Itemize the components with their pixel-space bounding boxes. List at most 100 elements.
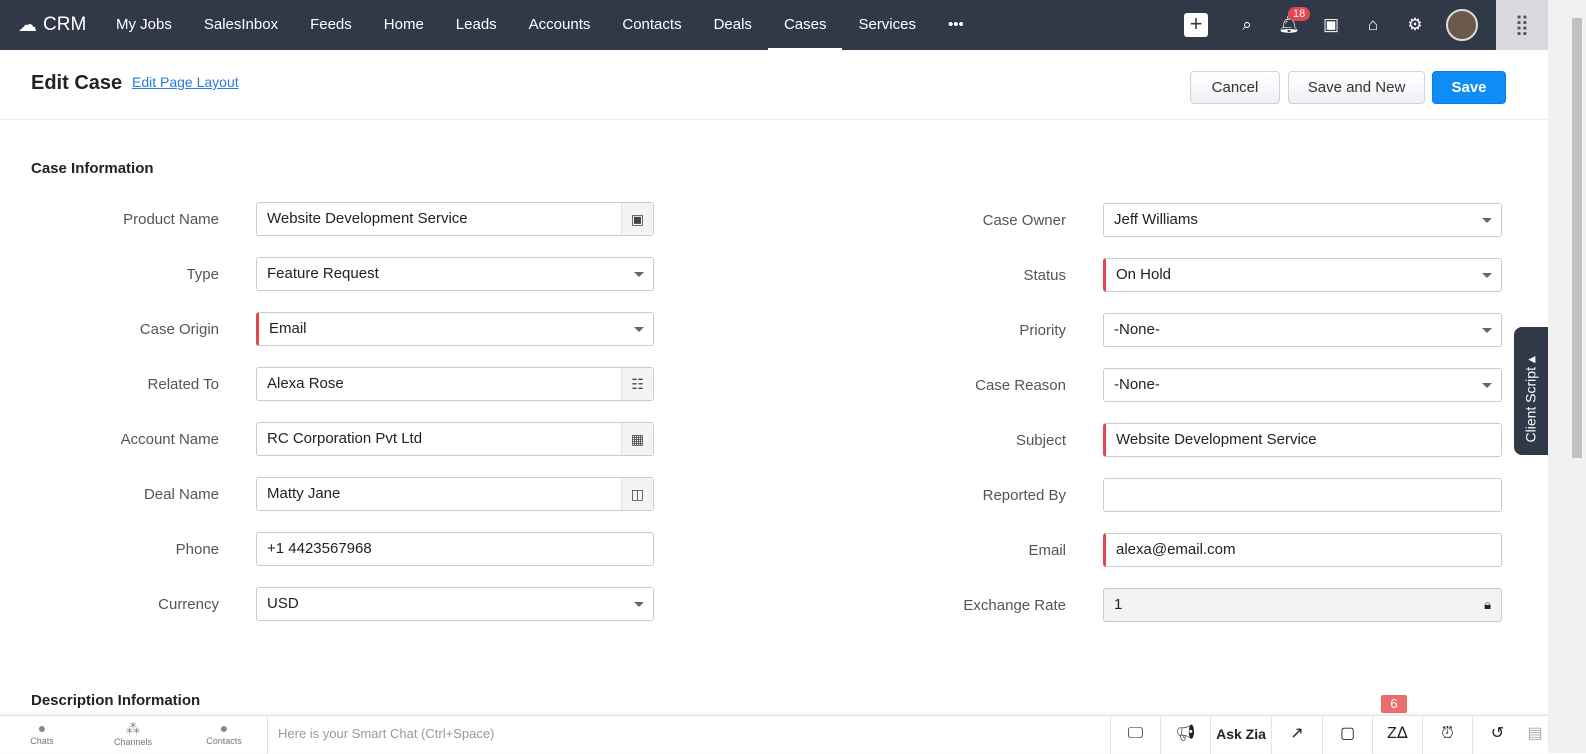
case-origin-field[interactable]: Email bbox=[256, 312, 654, 346]
field-value: On Hold bbox=[1116, 266, 1172, 283]
gear-icon[interactable]: ⚙ bbox=[1394, 15, 1436, 35]
field-value: -None- bbox=[1114, 321, 1160, 338]
apps-grid-icon[interactable]: ⣿ bbox=[1496, 0, 1548, 50]
top-nav: ☁ CRM My Jobs SalesInbox Feeds Home Leads Acco… bbox=[0, 0, 1548, 50]
field-value: 1 bbox=[1114, 596, 1123, 613]
field-label: Email bbox=[1028, 542, 1066, 559]
field-value: RC Corporation Pvt Ltd bbox=[267, 430, 423, 447]
status-field[interactable]: On Hold bbox=[1103, 258, 1502, 292]
add-icon[interactable]: + bbox=[1184, 13, 1208, 37]
marketplace-icon[interactable]: ⌂ bbox=[1352, 15, 1394, 35]
bottom-bar: ● Chats ⁂ Channels ● Contacts Here is your … bbox=[0, 715, 1548, 754]
nav-item-9[interactable]: Services bbox=[842, 0, 932, 50]
analytics-icon[interactable]: ↗ bbox=[1271, 716, 1322, 754]
channels-button[interactable]: ⁂ Channels bbox=[103, 720, 163, 747]
field-value: Email bbox=[269, 320, 307, 337]
field-value: alexa@email.com bbox=[1116, 541, 1236, 558]
product-icon[interactable]: ▣ bbox=[621, 203, 653, 235]
ask-zia-button[interactable]: Ask Zia bbox=[1210, 716, 1271, 754]
field-label: Case Owner bbox=[982, 212, 1066, 229]
field-label: Currency bbox=[158, 596, 219, 613]
case-reason-field[interactable]: -None- bbox=[1103, 368, 1502, 402]
phone-field[interactable]: +1 4423567968 bbox=[256, 532, 654, 566]
alarm-clock-icon[interactable]: ⏰︎ bbox=[1422, 716, 1472, 754]
edit-page-layout-link[interactable]: Edit Page Layout bbox=[132, 74, 239, 90]
nav-item-6[interactable]: Contacts bbox=[606, 0, 697, 50]
chevron-down-icon[interactable] bbox=[634, 602, 644, 607]
cancel-button[interactable]: Cancel bbox=[1190, 71, 1280, 104]
type-field[interactable]: Feature Request bbox=[256, 257, 654, 291]
chevron-down-icon[interactable] bbox=[634, 327, 644, 332]
account-name-field[interactable]: RC Corporation Pvt Ltd ▦ bbox=[256, 422, 654, 456]
email-field[interactable]: alexa@email.com bbox=[1103, 533, 1502, 567]
calendar-icon[interactable]: ▣ bbox=[1310, 15, 1352, 35]
megaphone-icon[interactable]: 📢︎ bbox=[1160, 716, 1210, 754]
page-title: Edit Case bbox=[31, 72, 123, 94]
field-value: Feature Request bbox=[267, 265, 379, 282]
chevron-down-icon[interactable] bbox=[1482, 273, 1492, 278]
smart-chat-input[interactable]: Here is your Smart Chat (Ctrl+Space) bbox=[267, 716, 1109, 754]
save-and-new-button[interactable]: Save and New bbox=[1288, 71, 1425, 104]
nav-item-1[interactable]: SalesInbox bbox=[188, 0, 294, 50]
nav-item-0[interactable]: My Jobs bbox=[100, 0, 188, 50]
priority-field[interactable]: -None- bbox=[1103, 313, 1502, 347]
nav-item-5[interactable]: Accounts bbox=[513, 0, 607, 50]
client-script-tab[interactable]: Client Script ▴ bbox=[1514, 327, 1548, 455]
field-label: Product Name bbox=[123, 211, 219, 228]
crm-logo[interactable]: ☁ CRM bbox=[0, 14, 100, 37]
reported-by-field[interactable] bbox=[1103, 478, 1502, 512]
building-icon[interactable]: ▦ bbox=[621, 423, 653, 455]
field-label: Deal Name bbox=[143, 486, 219, 503]
field-value: Alexa Rose bbox=[267, 375, 344, 392]
field-label: Account Name bbox=[120, 431, 219, 448]
bell-icon[interactable]: 🔔︎ 18 bbox=[1268, 7, 1311, 35]
field-value: Matty Jane bbox=[267, 485, 341, 502]
notes-icon[interactable]: ▢ bbox=[1322, 716, 1372, 754]
nav-item-4[interactable]: Leads bbox=[440, 0, 513, 50]
screen-share-icon[interactable]: 🖵︎ bbox=[1110, 716, 1160, 754]
deal-name-field[interactable]: Matty Jane ◫ bbox=[256, 477, 654, 511]
section-description-information: Description Information bbox=[31, 692, 201, 709]
zia-icon[interactable]: Zᐃ bbox=[1372, 716, 1422, 754]
messages-icon[interactable]: ▤ bbox=[1522, 716, 1548, 754]
nav-item-8[interactable]: Cases bbox=[767, 0, 843, 50]
avatar[interactable] bbox=[1446, 9, 1478, 41]
nav-item-10[interactable]: ••• bbox=[932, 0, 980, 50]
person-icon: ● bbox=[219, 720, 229, 736]
group-icon: ⁂ bbox=[126, 720, 140, 736]
chevron-down-icon[interactable] bbox=[1482, 383, 1492, 388]
cloud-icon: ☁ bbox=[18, 14, 37, 36]
save-button[interactable]: Save bbox=[1432, 71, 1506, 104]
history-icon[interactable]: ↺ bbox=[1472, 716, 1522, 754]
nav-item-7[interactable]: Deals bbox=[698, 0, 768, 50]
page-header: Edit Case Edit Page Layout Cancel Save a… bbox=[0, 50, 1548, 120]
field-label: Subject bbox=[1015, 432, 1066, 449]
field-label: Priority bbox=[1019, 322, 1066, 339]
contacts-button[interactable]: ● Contacts bbox=[194, 720, 254, 746]
field-value: -None- bbox=[1114, 376, 1160, 393]
scrollbar[interactable] bbox=[1548, 0, 1586, 753]
field-value: USD bbox=[267, 595, 299, 612]
field-label: Reported By bbox=[982, 487, 1066, 504]
chevron-down-icon[interactable] bbox=[1482, 328, 1492, 333]
nav-item-3[interactable]: Home bbox=[368, 0, 440, 50]
chats-button[interactable]: ● Chats bbox=[12, 720, 72, 746]
field-label: Case Reason bbox=[975, 377, 1066, 394]
chat-bubble-icon: ● bbox=[37, 720, 47, 736]
field-value: Website Development Service bbox=[1116, 431, 1317, 448]
chevron-down-icon[interactable] bbox=[1482, 218, 1492, 223]
wallet-icon[interactable]: ◫ bbox=[621, 478, 653, 510]
related-to-field[interactable]: Alexa Rose ☷ bbox=[256, 367, 654, 401]
case-owner-field[interactable]: Jeff Williams bbox=[1103, 203, 1502, 237]
chevron-down-icon[interactable] bbox=[634, 272, 644, 277]
contact-card-icon[interactable]: ☷ bbox=[621, 368, 653, 400]
zia-badge: 6 bbox=[1381, 695, 1407, 713]
notification-badge: 18 bbox=[1288, 7, 1311, 21]
search-icon[interactable]: ⌕ bbox=[1226, 15, 1268, 35]
field-value: Jeff Williams bbox=[1114, 211, 1198, 228]
currency-field[interactable]: USD bbox=[256, 587, 654, 621]
nav-item-2[interactable]: Feeds bbox=[294, 0, 368, 50]
field-label: Phone bbox=[175, 541, 219, 558]
product-name-field[interactable]: Website Development Service ▣ bbox=[256, 202, 654, 236]
subject-field[interactable]: Website Development Service bbox=[1103, 423, 1502, 457]
